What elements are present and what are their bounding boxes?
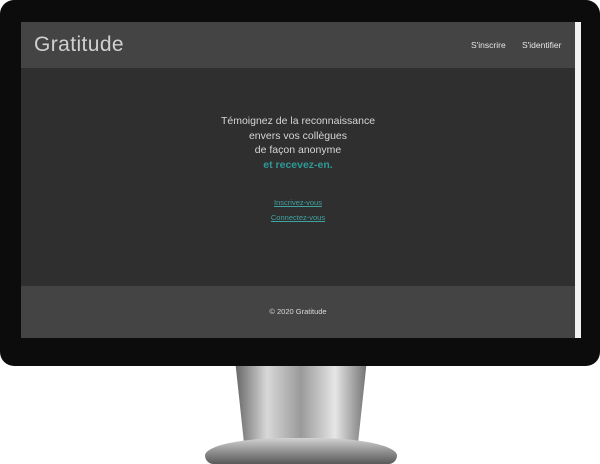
- tagline-line: Témoignez de la reconnaissance: [220, 115, 376, 127]
- brand-logo-link[interactable]: Gratitude: [34, 33, 124, 57]
- site-footer: © 2020 Gratitude: [21, 286, 575, 338]
- monitor-screen: Gratitude S'inscrire S'identifier Témoig…: [21, 22, 581, 338]
- tagline-line: envers vos collègues: [248, 129, 348, 142]
- site-header: Gratitude S'inscrire S'identifier: [21, 22, 575, 68]
- footer-copyright: © 2020 Gratitude: [269, 307, 327, 316]
- login-cta-link[interactable]: Connectez-vous: [21, 213, 575, 222]
- monitor-stand-neck: [235, 366, 367, 442]
- signup-cta-link[interactable]: Inscrivez-vous: [21, 198, 575, 207]
- monitor-stand-base: [205, 438, 397, 464]
- tagline-line: de façon anonyme: [254, 144, 342, 156]
- hero-tagline: Témoignez de la reconnaissance envers vo…: [21, 114, 575, 172]
- hero-section: Témoignez de la reconnaissance envers vo…: [21, 68, 575, 286]
- nav-login-link[interactable]: S'identifier: [522, 40, 561, 50]
- nav-signup-link[interactable]: S'inscrire: [471, 40, 506, 50]
- page-scrollbar[interactable]: [575, 22, 581, 338]
- tagline-accent: et recevez-en.: [263, 158, 333, 171]
